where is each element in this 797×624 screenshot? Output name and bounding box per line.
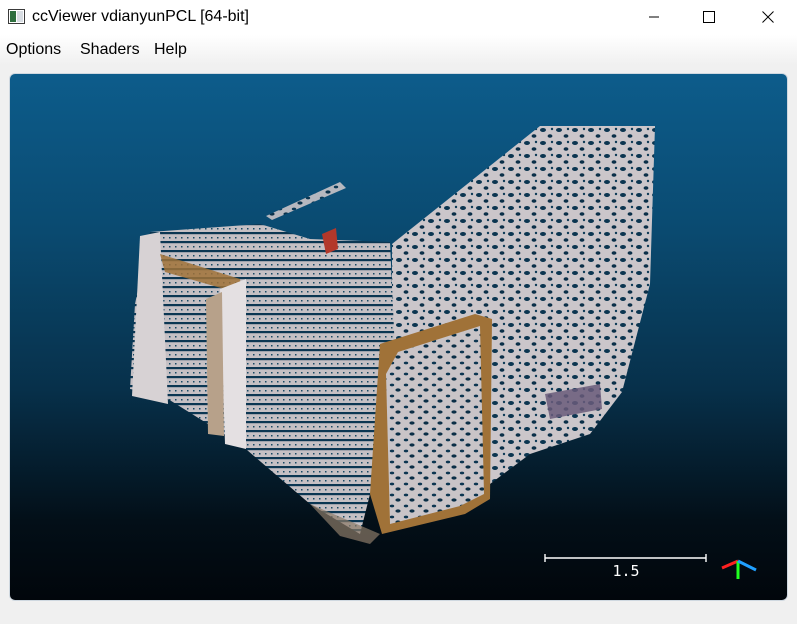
title-bar[interactable]: ccViewer vdianyunPCL [64-bit] [0, 0, 797, 35]
menu-shaders[interactable]: Shaders [80, 41, 140, 59]
app-window-icon [8, 9, 25, 24]
app-window: ccViewer vdianyunPCL [64-bit] Options Sh… [0, 0, 797, 624]
menu-bar: Options Shaders Help [0, 35, 797, 65]
menu-options[interactable]: Options [6, 41, 61, 59]
front-door-panel [386, 326, 484, 524]
ceiling-fragment [266, 182, 346, 220]
scale-bar [544, 554, 707, 562]
point-cloud-render [130, 126, 757, 579]
minimize-icon [648, 11, 660, 23]
scale-label: 1.5 [612, 562, 640, 580]
close-button[interactable] [745, 0, 791, 34]
close-icon [762, 11, 774, 23]
minimize-button[interactable] [631, 0, 677, 34]
3d-viewport[interactable]: 1.5 [9, 73, 788, 601]
left-door-edge [206, 292, 224, 436]
window-title: ccViewer vdianyunPCL [64-bit] [32, 8, 249, 25]
maximize-button[interactable] [686, 0, 732, 34]
maximize-icon [703, 11, 715, 23]
axis-trihedron-icon [721, 559, 757, 579]
menu-help[interactable]: Help [154, 41, 187, 59]
